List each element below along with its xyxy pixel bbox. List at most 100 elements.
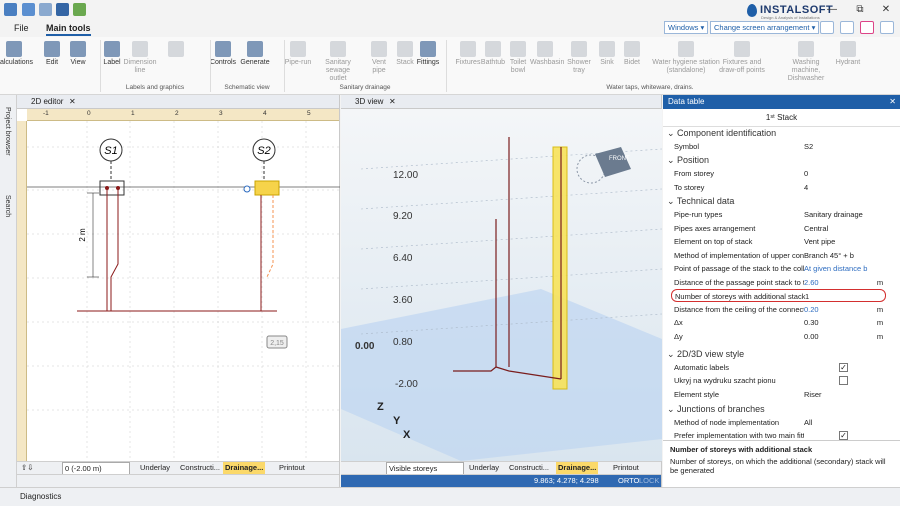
app-icon[interactable] [4, 3, 17, 16]
property-value[interactable]: 4 [804, 181, 874, 194]
property-value[interactable]: 0.00 [804, 330, 874, 343]
property-value[interactable]: 1 [805, 290, 875, 303]
property-value[interactable]: Vent pipe [804, 235, 874, 248]
property-value[interactable]: 2.60 [804, 276, 874, 289]
pipe-run-button[interactable]: Pipe-run [281, 41, 315, 67]
checkbox[interactable]: ✓ [839, 363, 848, 372]
property-value[interactable]: At given distance b [804, 262, 874, 275]
property-row[interactable]: Ukryj na wydruku szacht pionu [671, 374, 886, 387]
drawing-canvas-2d[interactable]: S1 S2 2 m 2,15 [27, 121, 340, 461]
property-row[interactable]: Element on top of stack Vent pipe [671, 235, 886, 248]
property-row[interactable]: Pipes axes arrangement Central [671, 222, 886, 235]
checkbox[interactable] [839, 376, 848, 385]
sewage-outlet-button[interactable]: Sanitary sewage outlet [318, 41, 358, 83]
fixtures-button[interactable]: Fixtures [455, 41, 481, 67]
project-browser-tab[interactable]: Project browser [4, 107, 11, 156]
property-value[interactable]: 0.20 [804, 303, 874, 316]
redo-icon[interactable] [39, 3, 52, 16]
property-row[interactable]: Δy 0.00 m [671, 330, 886, 343]
editor-2d-tab[interactable]: 2D editor ✕ [17, 95, 339, 109]
graphics-button[interactable] [167, 41, 185, 59]
view-button[interactable]: View [69, 41, 87, 67]
screen-arrangement-dropdown[interactable]: Change screen arrangement ▾ [710, 21, 820, 34]
section-view-style[interactable]: ⌄ 2D/3D view style [667, 348, 885, 361]
layer-printout[interactable]: Printout [613, 462, 639, 474]
property-value[interactable]: S2 [804, 140, 874, 153]
help-icon[interactable] [840, 21, 854, 34]
close-button[interactable]: ✕ [878, 3, 894, 17]
stack-button[interactable]: Stack [395, 41, 415, 67]
dimension-button[interactable]: Dimension line [123, 41, 157, 75]
property-value[interactable]: Branch 45° + b [804, 249, 874, 262]
section-junctions[interactable]: ⌄ Junctions of branches [667, 403, 885, 416]
washbasin-button[interactable]: Washbasin [530, 41, 564, 67]
calculations-button[interactable]: Calculations [0, 41, 34, 67]
vent-pipe-button[interactable]: Vent pipe [367, 41, 391, 75]
property-value[interactable]: 0 [804, 167, 874, 180]
restore-button[interactable]: ⧉ [852, 3, 868, 17]
bidet-button[interactable]: Bidet [621, 41, 643, 67]
save-icon[interactable] [56, 3, 69, 16]
section-component-id[interactable]: ⌄ Component identification [667, 127, 885, 140]
layer-drainage[interactable]: Drainage... [556, 462, 599, 474]
property-value[interactable]: All [804, 416, 874, 429]
property-row[interactable]: To storey 4 [671, 181, 886, 194]
fittings-button[interactable]: Fittings [415, 41, 441, 67]
property-row[interactable]: Distance of the passage point stack to t… [671, 276, 886, 289]
property-row[interactable]: From storey 0 [671, 167, 886, 180]
minimize-button[interactable]: — [824, 3, 840, 17]
export-icon[interactable] [73, 3, 86, 16]
property-row[interactable]: Point of passage of the stack to the col… [671, 262, 886, 275]
view-3d-tab[interactable]: 3D view ✕ [341, 95, 661, 109]
property-row[interactable]: Distance from the ceiling of the connect… [671, 303, 886, 316]
property-row[interactable]: Δx 0.30 m [671, 316, 886, 329]
hydrant-button[interactable]: Hydrant [834, 41, 862, 67]
layer-constructions[interactable]: Constructi... [509, 462, 549, 474]
checkbox[interactable]: ✓ [839, 431, 848, 440]
toilet-button[interactable]: Toilet bowl [506, 41, 530, 75]
controls-button[interactable]: Controls [208, 41, 238, 67]
draw-off-button[interactable]: Fixtures and draw-off points [717, 41, 767, 75]
property-row[interactable]: Pipe-run types Sanitary drainage [671, 208, 886, 221]
property-row[interactable]: Number of storeys with additional stack 1 [671, 289, 886, 302]
generate-button[interactable]: Generate [240, 41, 270, 67]
menu-file[interactable]: File [14, 23, 29, 33]
bathtub-button[interactable]: Bathtub [479, 41, 507, 67]
sink-button[interactable]: Sink [597, 41, 617, 67]
undo-icon[interactable] [22, 3, 35, 16]
property-value[interactable]: Riser [804, 388, 874, 401]
property-value[interactable]: 0.30 [804, 316, 874, 329]
layout-icon[interactable] [820, 21, 834, 34]
close-icon[interactable]: ✕ [69, 95, 76, 108]
property-row[interactable]: Method of implementation of upper conn Br… [671, 249, 886, 262]
windows-dropdown[interactable]: Windows ▾ [664, 21, 709, 34]
support-icon[interactable] [860, 21, 874, 34]
property-value[interactable]: Central [804, 222, 874, 235]
ortho-toggle[interactable]: ORTO [618, 475, 639, 487]
property-row[interactable]: Element style Riser [671, 388, 886, 401]
section-position[interactable]: ⌄ Position [667, 154, 885, 167]
layer-underlay[interactable]: Underlay [469, 462, 499, 474]
nav-icon[interactable]: ⇧⇩ [21, 462, 34, 474]
collapse-ribbon-icon[interactable] [880, 21, 894, 34]
property-value[interactable]: Sanitary drainage [804, 208, 874, 221]
view-3d-canvas[interactable]: 12.00 9.20 6.40 3.60 0.80 0.00 -2.00 FRO… [341, 109, 662, 461]
section-technical-data[interactable]: ⌄ Technical data [667, 195, 885, 208]
close-icon[interactable]: ✕ [889, 95, 896, 109]
close-icon[interactable]: ✕ [389, 95, 396, 108]
layer-constructions[interactable]: Constructi... [180, 462, 220, 474]
property-row[interactable]: Method of node implementation All [671, 416, 886, 429]
property-row[interactable]: Prefer implementation with two main fitt… [671, 429, 886, 440]
shower-button[interactable]: Shower tray [567, 41, 591, 75]
edit-button[interactable]: Edit [43, 41, 61, 67]
layer-underlay[interactable]: Underlay [140, 462, 170, 474]
layer-drainage[interactable]: Drainage... [223, 462, 266, 474]
label-button[interactable]: Label [101, 41, 123, 67]
lock-toggle[interactable]: LOCK [639, 475, 659, 487]
diagnostics-tab[interactable]: Diagnostics [20, 488, 61, 506]
hygiene-station-button[interactable]: Water hygiene station (standalone) [651, 41, 721, 75]
property-row[interactable]: Automatic labels ✓ [671, 361, 886, 374]
search-tab[interactable]: Search [4, 195, 11, 217]
layer-printout[interactable]: Printout [279, 462, 305, 474]
property-row[interactable]: Symbol S2 [671, 140, 886, 153]
